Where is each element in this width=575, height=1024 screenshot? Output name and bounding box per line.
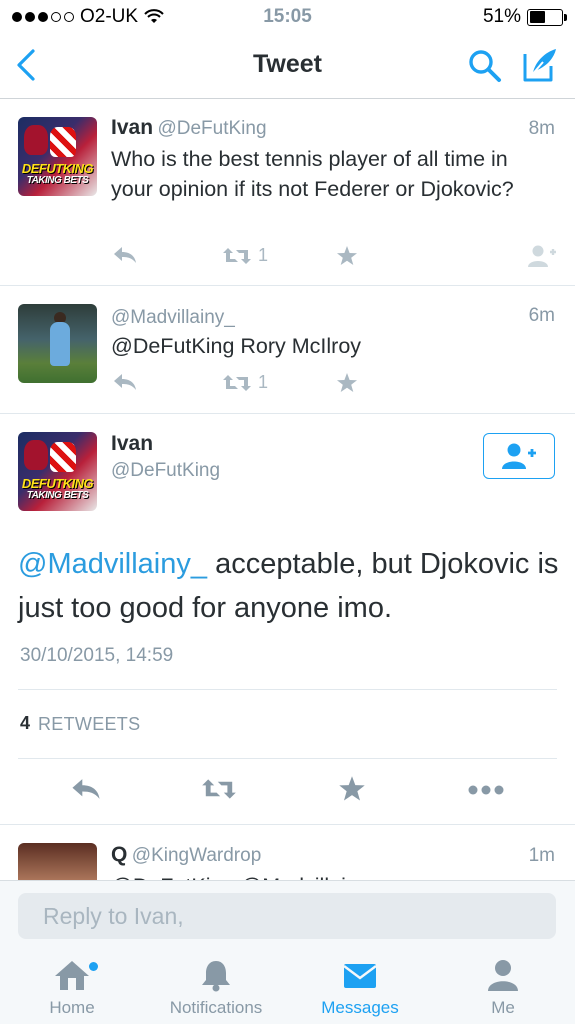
tweet-header: @Madvillainy_ [111, 305, 235, 329]
reply-icon [114, 247, 136, 263]
reply-bar [0, 880, 575, 950]
main-tweet-actions [0, 760, 575, 825]
tweet-header: Q @KingWardrop [111, 843, 261, 867]
add-user-icon [528, 245, 556, 267]
reply-action[interactable] [112, 245, 138, 265]
tweet-row[interactable]: @Madvillainy_ 6m @DeFutKing Rory McIlroy… [0, 286, 575, 414]
main-tweet-timestamp: 30/10/2015, 14:59 [20, 645, 174, 666]
home-notification-dot [89, 962, 98, 971]
main-tweet-text: @Madvillainy_ acceptable, but Djokovic i… [18, 542, 568, 630]
tab-bar: Home Notifications Messages Me [0, 950, 575, 1024]
reply-icon[interactable] [70, 776, 102, 802]
retweet-action[interactable]: 1 [222, 245, 268, 266]
tweet-author-name[interactable]: Q [111, 843, 127, 866]
reply-icon [114, 374, 136, 390]
tweet-time: 8m [528, 118, 555, 139]
home-icon [55, 961, 89, 990]
tweet-author-name[interactable]: Ivan [111, 116, 153, 139]
retweet-action[interactable]: 1 [222, 372, 268, 393]
tab-me-label: Me [491, 998, 515, 1017]
compose-icon[interactable] [521, 46, 559, 84]
tweet-text: @DeFutKing @Madvillainy [111, 871, 551, 880]
avatar-brand-text: DEFUTKING [21, 476, 94, 491]
tweet-time: 6m [528, 305, 555, 326]
person-icon [488, 960, 518, 991]
search-icon[interactable] [467, 48, 503, 84]
favorite-action[interactable] [336, 245, 358, 267]
tweet-row[interactable]: Q @KingWardrop 1m @DeFutKing @Madvillain… [0, 826, 575, 880]
retweets-label: RETWEETS [38, 714, 141, 734]
avatar-brand-subtext: TAKING BETS [26, 175, 89, 186]
tab-notifications-label: Notifications [169, 998, 263, 1017]
avatar-brand-text: DEFUTKING [21, 161, 94, 176]
avatar-brand-subtext: TAKING BETS [26, 490, 89, 501]
tweet-author-handle[interactable]: @DeFutKing [157, 118, 266, 139]
retweet-count: 1 [258, 245, 269, 265]
main-tweet-author-handle[interactable]: @DeFutKing [111, 460, 220, 482]
nav-bar: Tweet [0, 36, 575, 99]
follow-action[interactable] [527, 244, 557, 268]
retweet-icon[interactable] [201, 776, 237, 802]
retweets-count: 4 [20, 713, 31, 733]
retweet-count: 1 [258, 372, 269, 392]
tweet-row[interactable]: DEFUTKING TAKING BETS Ivan @DeFutKing 8m … [0, 100, 575, 286]
star-icon [337, 246, 357, 265]
tweet-text: @DeFutKing Rory McIlroy [111, 334, 362, 358]
retweet-icon [223, 374, 251, 391]
tweet-text: Who is the best tennis player of all tim… [111, 147, 514, 201]
tab-notifications[interactable]: Notifications [146, 958, 286, 1018]
add-user-icon [502, 443, 536, 469]
tab-home[interactable]: Home [2, 958, 142, 1018]
tab-me[interactable]: Me [433, 958, 573, 1018]
avatar[interactable] [18, 304, 97, 383]
tab-messages[interactable]: Messages [290, 958, 430, 1018]
favorite-action[interactable] [336, 372, 358, 394]
bell-icon [202, 961, 230, 992]
tweet-header: Ivan @DeFutKing [111, 116, 267, 140]
main-tweet-author-name[interactable]: Ivan [111, 432, 153, 456]
tab-home-label: Home [49, 998, 95, 1017]
star-icon[interactable] [338, 775, 366, 803]
reply-input[interactable] [18, 893, 556, 939]
battery-icon [527, 8, 567, 26]
retweets-summary[interactable]: 4 RETWEETS [18, 689, 557, 759]
main-tweet-avatar[interactable]: DEFUTKING TAKING BETS [18, 432, 97, 511]
retweet-icon [223, 247, 251, 264]
reply-action[interactable] [112, 372, 138, 392]
envelope-icon [343, 964, 377, 988]
tweet-author-handle[interactable]: @KingWardrop [132, 845, 261, 866]
battery-status: 51% [482, 6, 567, 28]
follow-button[interactable] [483, 433, 555, 479]
more-dots-icon[interactable] [468, 784, 504, 796]
battery-percent: 51% [482, 6, 521, 27]
star-icon [337, 373, 357, 392]
tweet-author-handle[interactable]: @Madvillainy_ [111, 307, 235, 328]
avatar[interactable]: DEFUTKING TAKING BETS [18, 117, 97, 196]
mention-link[interactable]: @Madvillainy_ [18, 548, 207, 580]
avatar[interactable] [18, 843, 97, 880]
tab-messages-label: Messages [321, 998, 399, 1017]
tweet-time: 1m [528, 845, 555, 866]
status-bar: O2-UK 15:05 51% [0, 0, 575, 36]
